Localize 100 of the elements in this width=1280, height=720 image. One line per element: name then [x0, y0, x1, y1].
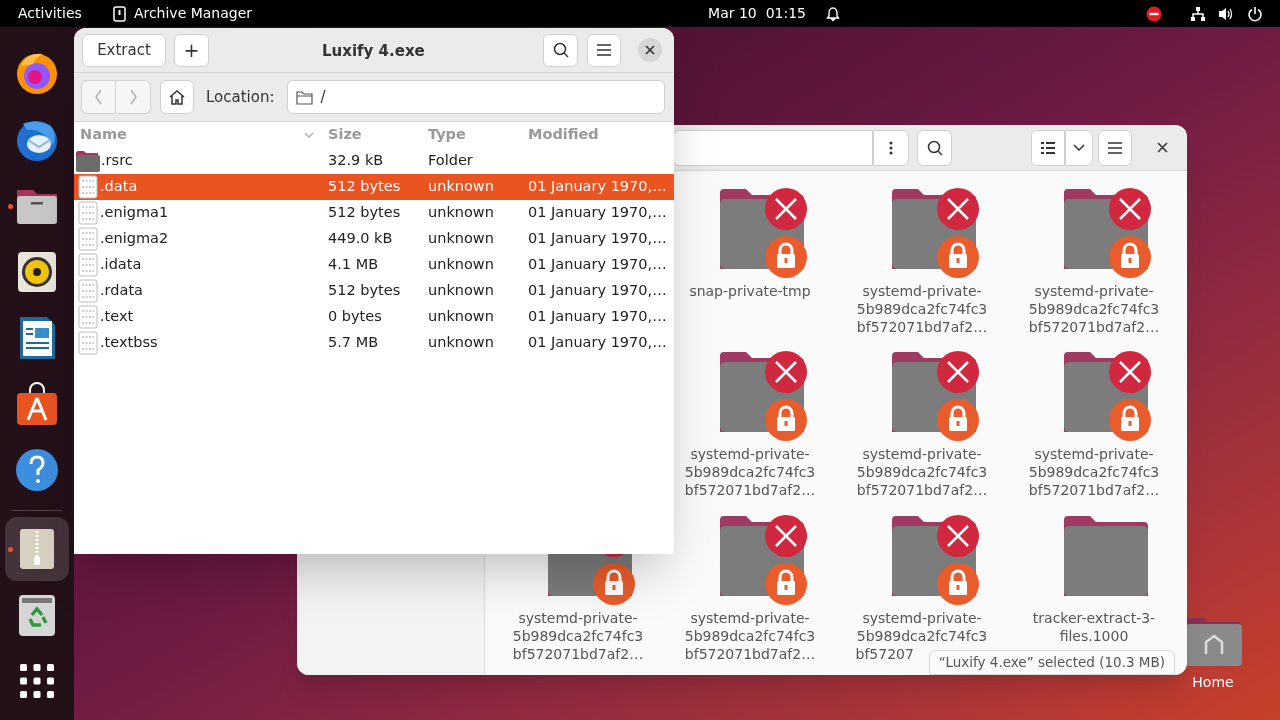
table-row[interactable]: .rdata 512 bytes unknown 01 January 1970,… — [74, 278, 674, 304]
close-button[interactable] — [638, 38, 662, 62]
view-button[interactable] — [1031, 129, 1065, 166]
lock-emblem-icon — [765, 399, 807, 442]
file-name: .idata — [100, 255, 142, 275]
file-name-line[interactable]: tracker-extract-3- — [1032, 608, 1156, 627]
file-name-line[interactable]: systemd-private- — [862, 608, 982, 627]
binary-file-icon — [78, 279, 98, 303]
file-name-line[interactable]: bf572071bd7af2… — [1028, 318, 1160, 336]
close-icon — [645, 45, 655, 55]
lock-emblem-icon — [937, 236, 979, 278]
lock-emblem-icon — [1109, 399, 1151, 442]
table-cell-text: 01 January 1970,… — [527, 177, 668, 197]
file-name-line[interactable]: systemd-private- — [1034, 282, 1154, 300]
file-name-line[interactable]: systemd-private- — [1034, 445, 1154, 464]
location-label: Location: — [206, 86, 275, 108]
add-button[interactable]: + — [174, 33, 209, 67]
menu-icon — [1108, 141, 1122, 154]
table-row[interactable]: .enigma1 512 bytes unknown 01 January 1970,… — [74, 200, 674, 226]
file-name-line[interactable]: 5b989dca2fc74fc3 — [856, 300, 988, 318]
table-cell-text: unknown — [427, 203, 495, 223]
menu-button[interactable] — [1098, 129, 1132, 166]
search-button[interactable] — [543, 33, 578, 67]
file-name: .rdata — [100, 281, 143, 301]
help-icon — [13, 446, 61, 494]
lock-emblem-icon — [765, 562, 807, 605]
table-row[interactable]: .idata 4.1 MB unknown 01 January 1970,… — [74, 252, 674, 278]
file-name-line[interactable]: bf572071bd7af2… — [1028, 481, 1160, 500]
file-name-line[interactable]: systemd-private- — [690, 608, 810, 627]
table-cell-text: 01 January 1970,… — [527, 281, 668, 301]
vertical-dots-icon — [889, 140, 893, 155]
table-cell-text: 512 bytes — [327, 203, 402, 223]
search-button[interactable] — [917, 129, 952, 166]
table-row[interactable]: .data 512 bytes unknown 01 January 1970,… — [74, 174, 674, 200]
table-cell-text: unknown — [427, 229, 495, 249]
binary-file-icon — [78, 305, 98, 329]
lock-emblem-icon — [765, 236, 807, 278]
table-cell-text: 01 January 1970,… — [527, 229, 668, 249]
file-name: .enigma2 — [100, 229, 169, 249]
menu-icon — [597, 44, 611, 56]
clock[interactable]: Mar 10 01:15 — [708, 3, 806, 24]
search-icon — [552, 42, 569, 58]
menu-button[interactable] — [587, 33, 621, 67]
table-cell-text: 449.0 kB — [327, 229, 394, 249]
file-name-line[interactable]: 5b989dca2fc74fc3 — [856, 626, 988, 645]
table-row[interactable]: .text 0 bytes unknown 01 January 1970,… — [74, 304, 674, 330]
table-cell-text: 01 January 1970,… — [527, 255, 668, 275]
file-name-line[interactable]: bf572071bd7af2… — [512, 644, 644, 663]
file-name: .text — [100, 307, 134, 327]
file-name-line[interactable]: 5b989dca2fc74fc3 — [684, 626, 816, 645]
table-row[interactable]: .enigma2 449.0 kB unknown 01 January 1970,… — [74, 226, 674, 252]
table-cell-text: 32.9 kB — [327, 151, 385, 171]
folder-icon — [295, 89, 313, 105]
table-cell-text: 0 bytes — [327, 307, 383, 327]
window-title: Luxify 4.exe — [322, 41, 425, 62]
file-name-line[interactable]: systemd-private- — [862, 445, 982, 464]
do-not-disturb-icon — [1146, 5, 1162, 22]
location-field[interactable]: / — [286, 80, 665, 114]
home-button[interactable] — [160, 80, 194, 114]
file-name-line[interactable]: files.1000 — [1059, 626, 1129, 645]
file-name-line[interactable]: 5b989dca2fc74fc3 — [512, 626, 644, 645]
table-cell-text: 512 bytes — [327, 177, 402, 197]
file-name-line[interactable]: bf572071bd7af2… — [684, 481, 816, 500]
table-row[interactable]: .rsrc 32.9 kB Folder — [74, 148, 674, 174]
app-menu[interactable]: Archive Manager — [133, 3, 253, 24]
folder-icon — [75, 150, 101, 172]
table-cell-text: unknown — [427, 333, 495, 353]
forward-icon — [129, 89, 137, 105]
table-cell-text: 5.7 MB — [327, 333, 380, 353]
file-name-line[interactable]: bf57207 — [855, 644, 914, 663]
list-icon — [1041, 140, 1055, 155]
file-name-line[interactable]: 5b989dca2fc74fc3 — [856, 463, 988, 482]
file-name-line[interactable]: 5b989dca2fc74fc3 — [1028, 300, 1160, 318]
lock-emblem-icon — [1109, 236, 1151, 278]
chevron-down-icon — [1073, 144, 1085, 151]
status-label: “Luxify 4.exe” selected (10.3 MB) — [928, 650, 1175, 675]
binary-file-icon — [78, 201, 98, 225]
file-name: .rsrc — [101, 151, 133, 171]
lock-emblem-icon — [937, 562, 979, 605]
desktop-icon-label[interactable]: Home — [1192, 672, 1234, 693]
file-name-line[interactable]: bf572071bd7af2… — [856, 481, 988, 500]
activities-button[interactable]: Activities — [18, 3, 82, 24]
extract-button[interactable]: Extract — [82, 33, 166, 67]
file-name-line[interactable]: systemd-private- — [690, 445, 810, 464]
table-row[interactable]: .textbss 5.7 MB unknown 01 January 1970,… — [74, 330, 674, 356]
file-name-line[interactable]: systemd-private- — [518, 608, 638, 627]
sort-icon — [304, 132, 314, 138]
file-name-line[interactable]: snap-private-tmp — [689, 282, 811, 300]
close-icon — [1156, 142, 1168, 153]
dock-item[interactable] — [5, 517, 69, 581]
file-name-line[interactable]: bf572071bd7af2… — [856, 318, 988, 336]
file-name-line[interactable]: systemd-private- — [862, 282, 982, 300]
table-cell-text: 01 January 1970,… — [527, 307, 668, 327]
file-name-line[interactable]: bf572071bd7af2… — [684, 644, 816, 663]
file-name-line[interactable]: 5b989dca2fc74fc3 — [1028, 463, 1160, 482]
table-cell-text: Folder — [427, 151, 474, 171]
table-cell-text: unknown — [427, 177, 495, 197]
file-name-line[interactable]: 5b989dca2fc74fc3 — [684, 463, 816, 482]
file-name: .textbss — [100, 333, 158, 353]
folder-icon[interactable] — [1064, 515, 1148, 596]
